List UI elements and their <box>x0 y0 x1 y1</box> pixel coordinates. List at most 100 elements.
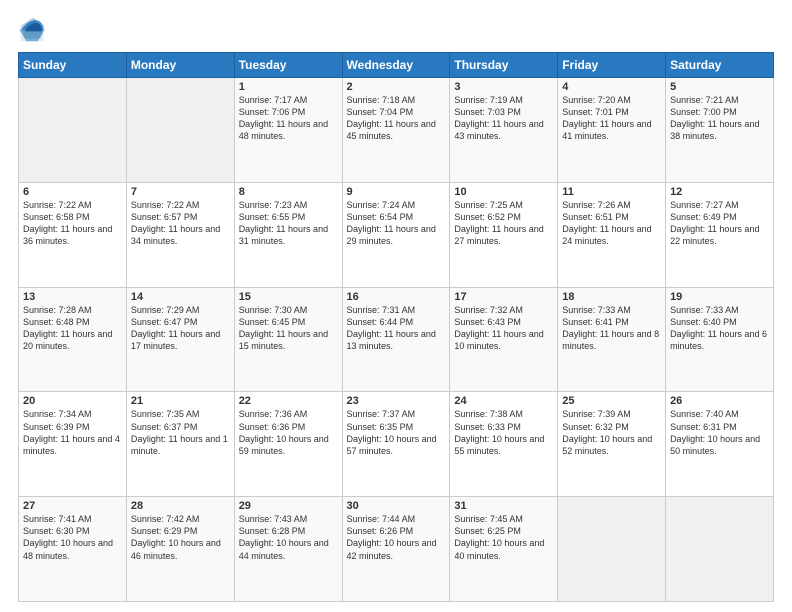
day-number: 16 <box>347 291 446 303</box>
calendar-day-cell <box>666 497 774 602</box>
day-number: 15 <box>239 291 338 303</box>
day-number: 3 <box>454 81 553 93</box>
day-info: Sunrise: 7:23 AMSunset: 6:55 PMDaylight:… <box>239 199 338 248</box>
calendar-day-cell: 14Sunrise: 7:29 AMSunset: 6:47 PMDayligh… <box>126 287 234 392</box>
calendar-day-cell: 19Sunrise: 7:33 AMSunset: 6:40 PMDayligh… <box>666 287 774 392</box>
day-info: Sunrise: 7:44 AMSunset: 6:26 PMDaylight:… <box>347 513 446 562</box>
day-info: Sunrise: 7:35 AMSunset: 6:37 PMDaylight:… <box>131 408 230 457</box>
day-number: 17 <box>454 291 553 303</box>
day-info: Sunrise: 7:43 AMSunset: 6:28 PMDaylight:… <box>239 513 338 562</box>
calendar-day-cell: 30Sunrise: 7:44 AMSunset: 6:26 PMDayligh… <box>342 497 450 602</box>
calendar-day-cell: 22Sunrise: 7:36 AMSunset: 6:36 PMDayligh… <box>234 392 342 497</box>
calendar-day-cell: 31Sunrise: 7:45 AMSunset: 6:25 PMDayligh… <box>450 497 558 602</box>
calendar-day-cell: 20Sunrise: 7:34 AMSunset: 6:39 PMDayligh… <box>19 392 127 497</box>
day-number: 18 <box>562 291 661 303</box>
day-info: Sunrise: 7:34 AMSunset: 6:39 PMDaylight:… <box>23 408 122 457</box>
day-number: 26 <box>670 395 769 407</box>
calendar-day-cell: 11Sunrise: 7:26 AMSunset: 6:51 PMDayligh… <box>558 182 666 287</box>
day-number: 13 <box>23 291 122 303</box>
calendar-day-cell: 24Sunrise: 7:38 AMSunset: 6:33 PMDayligh… <box>450 392 558 497</box>
day-number: 25 <box>562 395 661 407</box>
calendar-week-row: 13Sunrise: 7:28 AMSunset: 6:48 PMDayligh… <box>19 287 774 392</box>
calendar-day-cell: 17Sunrise: 7:32 AMSunset: 6:43 PMDayligh… <box>450 287 558 392</box>
day-number: 22 <box>239 395 338 407</box>
day-number: 9 <box>347 186 446 198</box>
day-info: Sunrise: 7:20 AMSunset: 7:01 PMDaylight:… <box>562 94 661 143</box>
calendar-day-header: Wednesday <box>342 53 450 78</box>
day-number: 23 <box>347 395 446 407</box>
day-number: 4 <box>562 81 661 93</box>
calendar-day-header: Tuesday <box>234 53 342 78</box>
day-number: 31 <box>454 500 553 512</box>
day-info: Sunrise: 7:40 AMSunset: 6:31 PMDaylight:… <box>670 408 769 457</box>
calendar-day-header: Saturday <box>666 53 774 78</box>
day-info: Sunrise: 7:18 AMSunset: 7:04 PMDaylight:… <box>347 94 446 143</box>
calendar-day-cell: 26Sunrise: 7:40 AMSunset: 6:31 PMDayligh… <box>666 392 774 497</box>
day-info: Sunrise: 7:17 AMSunset: 7:06 PMDaylight:… <box>239 94 338 143</box>
calendar-day-cell: 29Sunrise: 7:43 AMSunset: 6:28 PMDayligh… <box>234 497 342 602</box>
day-info: Sunrise: 7:32 AMSunset: 6:43 PMDaylight:… <box>454 304 553 353</box>
day-number: 5 <box>670 81 769 93</box>
calendar-day-cell: 27Sunrise: 7:41 AMSunset: 6:30 PMDayligh… <box>19 497 127 602</box>
day-info: Sunrise: 7:38 AMSunset: 6:33 PMDaylight:… <box>454 408 553 457</box>
day-info: Sunrise: 7:29 AMSunset: 6:47 PMDaylight:… <box>131 304 230 353</box>
calendar-week-row: 6Sunrise: 7:22 AMSunset: 6:58 PMDaylight… <box>19 182 774 287</box>
calendar-day-cell: 1Sunrise: 7:17 AMSunset: 7:06 PMDaylight… <box>234 78 342 183</box>
day-info: Sunrise: 7:28 AMSunset: 6:48 PMDaylight:… <box>23 304 122 353</box>
day-info: Sunrise: 7:31 AMSunset: 6:44 PMDaylight:… <box>347 304 446 353</box>
day-info: Sunrise: 7:25 AMSunset: 6:52 PMDaylight:… <box>454 199 553 248</box>
day-number: 27 <box>23 500 122 512</box>
day-number: 10 <box>454 186 553 198</box>
calendar-day-cell: 3Sunrise: 7:19 AMSunset: 7:03 PMDaylight… <box>450 78 558 183</box>
day-number: 20 <box>23 395 122 407</box>
day-number: 29 <box>239 500 338 512</box>
day-number: 6 <box>23 186 122 198</box>
calendar-day-cell: 2Sunrise: 7:18 AMSunset: 7:04 PMDaylight… <box>342 78 450 183</box>
day-info: Sunrise: 7:26 AMSunset: 6:51 PMDaylight:… <box>562 199 661 248</box>
day-number: 12 <box>670 186 769 198</box>
calendar-week-row: 20Sunrise: 7:34 AMSunset: 6:39 PMDayligh… <box>19 392 774 497</box>
calendar-day-cell: 18Sunrise: 7:33 AMSunset: 6:41 PMDayligh… <box>558 287 666 392</box>
day-info: Sunrise: 7:41 AMSunset: 6:30 PMDaylight:… <box>23 513 122 562</box>
day-number: 7 <box>131 186 230 198</box>
day-info: Sunrise: 7:45 AMSunset: 6:25 PMDaylight:… <box>454 513 553 562</box>
day-info: Sunrise: 7:33 AMSunset: 6:40 PMDaylight:… <box>670 304 769 353</box>
day-number: 28 <box>131 500 230 512</box>
calendar-day-cell: 28Sunrise: 7:42 AMSunset: 6:29 PMDayligh… <box>126 497 234 602</box>
day-number: 2 <box>347 81 446 93</box>
day-info: Sunrise: 7:21 AMSunset: 7:00 PMDaylight:… <box>670 94 769 143</box>
calendar-day-cell: 9Sunrise: 7:24 AMSunset: 6:54 PMDaylight… <box>342 182 450 287</box>
day-number: 11 <box>562 186 661 198</box>
day-info: Sunrise: 7:39 AMSunset: 6:32 PMDaylight:… <box>562 408 661 457</box>
day-info: Sunrise: 7:22 AMSunset: 6:58 PMDaylight:… <box>23 199 122 248</box>
day-info: Sunrise: 7:22 AMSunset: 6:57 PMDaylight:… <box>131 199 230 248</box>
calendar-day-cell: 21Sunrise: 7:35 AMSunset: 6:37 PMDayligh… <box>126 392 234 497</box>
day-info: Sunrise: 7:36 AMSunset: 6:36 PMDaylight:… <box>239 408 338 457</box>
logo-icon <box>18 16 46 44</box>
day-info: Sunrise: 7:30 AMSunset: 6:45 PMDaylight:… <box>239 304 338 353</box>
day-info: Sunrise: 7:33 AMSunset: 6:41 PMDaylight:… <box>562 304 661 353</box>
calendar-table: SundayMondayTuesdayWednesdayThursdayFrid… <box>18 52 774 602</box>
day-info: Sunrise: 7:37 AMSunset: 6:35 PMDaylight:… <box>347 408 446 457</box>
day-number: 24 <box>454 395 553 407</box>
calendar-day-header: Thursday <box>450 53 558 78</box>
calendar-day-cell: 7Sunrise: 7:22 AMSunset: 6:57 PMDaylight… <box>126 182 234 287</box>
day-number: 1 <box>239 81 338 93</box>
day-info: Sunrise: 7:27 AMSunset: 6:49 PMDaylight:… <box>670 199 769 248</box>
calendar-day-cell <box>558 497 666 602</box>
day-info: Sunrise: 7:24 AMSunset: 6:54 PMDaylight:… <box>347 199 446 248</box>
day-number: 19 <box>670 291 769 303</box>
day-number: 8 <box>239 186 338 198</box>
calendar-day-header: Friday <box>558 53 666 78</box>
calendar-day-header: Monday <box>126 53 234 78</box>
logo <box>18 16 50 44</box>
calendar-day-cell: 8Sunrise: 7:23 AMSunset: 6:55 PMDaylight… <box>234 182 342 287</box>
day-info: Sunrise: 7:42 AMSunset: 6:29 PMDaylight:… <box>131 513 230 562</box>
calendar-day-cell <box>19 78 127 183</box>
calendar-week-row: 27Sunrise: 7:41 AMSunset: 6:30 PMDayligh… <box>19 497 774 602</box>
calendar-day-cell: 25Sunrise: 7:39 AMSunset: 6:32 PMDayligh… <box>558 392 666 497</box>
calendar-week-row: 1Sunrise: 7:17 AMSunset: 7:06 PMDaylight… <box>19 78 774 183</box>
page: SundayMondayTuesdayWednesdayThursdayFrid… <box>0 0 792 612</box>
calendar-day-cell <box>126 78 234 183</box>
day-number: 21 <box>131 395 230 407</box>
